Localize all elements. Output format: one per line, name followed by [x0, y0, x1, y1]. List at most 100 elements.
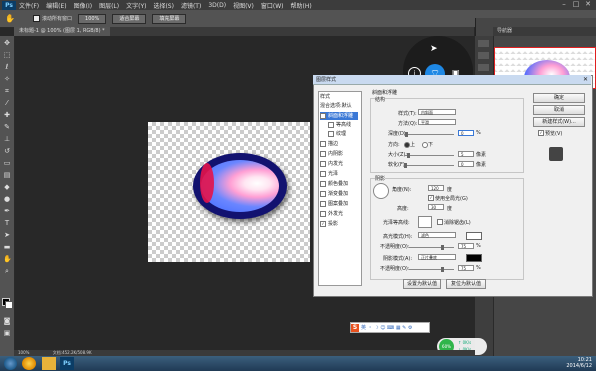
gloss-contour-picker[interactable]	[418, 216, 432, 228]
zoom-100-button[interactable]: 100%	[78, 13, 107, 24]
zoom-level[interactable]: 100%	[18, 350, 29, 355]
brush-tool-icon[interactable]: ✎	[3, 124, 11, 131]
doc-info[interactable]: 文档:452.2K/508.9K	[53, 350, 92, 355]
bevel-checkbox[interactable]: ✓	[320, 113, 326, 119]
photoshop-taskbar-icon[interactable]: Ps	[60, 357, 74, 370]
background-color[interactable]	[5, 301, 13, 309]
style-item-color-overlay[interactable]: 颜色叠加	[320, 180, 348, 188]
style-item-texture[interactable]: 纹理	[328, 130, 346, 138]
menu-image[interactable]: 图像(I)	[74, 1, 92, 10]
lasso-tool-icon[interactable]: ℓ	[3, 64, 11, 71]
shadow-opacity-slider[interactable]	[409, 269, 454, 270]
highlight-color-swatch[interactable]	[466, 232, 482, 240]
close-button[interactable]: ✕	[582, 0, 594, 9]
menu-file[interactable]: 文件(F)	[19, 1, 39, 10]
style-item-bevel[interactable]: ✓ 斜面和浮雕	[320, 112, 358, 120]
marquee-tool-icon[interactable]: ⬚	[3, 52, 11, 59]
shadow-color-swatch[interactable]	[466, 254, 482, 262]
eraser-tool-icon[interactable]: ▭	[3, 160, 11, 167]
gradient-tool-icon[interactable]: ▤	[3, 172, 11, 179]
make-default-button[interactable]: 设置为默认值	[403, 279, 441, 289]
menu-select[interactable]: 选择(S)	[153, 1, 174, 10]
soften-slider[interactable]	[404, 165, 454, 166]
new-style-button[interactable]: 新建样式(W)...	[533, 117, 585, 127]
highlight-opacity-input[interactable]: 75	[458, 243, 474, 249]
fit-screen-button[interactable]: 适合屏幕	[112, 13, 147, 24]
highlight-opacity-knob[interactable]	[441, 245, 444, 250]
depth-slider[interactable]	[404, 134, 454, 135]
global-light-checkbox[interactable]: ✓	[428, 195, 434, 201]
blur-tool-icon[interactable]: ◆	[3, 184, 11, 191]
shadow-opacity-input[interactable]: 75	[458, 265, 474, 271]
style-item-gradient-overlay[interactable]: 渐变叠加	[320, 190, 348, 198]
size-slider[interactable]	[404, 155, 454, 156]
style-item-inner-shadow[interactable]: 内阴影	[320, 150, 343, 158]
size-knob[interactable]	[407, 153, 410, 158]
magic-wand-icon[interactable]: ✧	[3, 76, 11, 83]
style-item-outer-glow[interactable]: 外发光	[320, 210, 343, 218]
menu-view[interactable]: 视图(V)	[233, 1, 254, 10]
path-select-icon[interactable]: ➤	[3, 232, 11, 239]
altitude-input[interactable]: 30	[428, 204, 444, 210]
shape-tool-icon[interactable]: ▬	[3, 244, 11, 251]
history-brush-icon[interactable]: ↺	[3, 148, 11, 155]
hand-icon[interactable]: ✋	[5, 14, 17, 23]
style-select[interactable]: 内斜面	[418, 109, 456, 115]
preview-checkbox[interactable]: ✓	[538, 130, 544, 136]
system-clock[interactable]: 10:21 2014/6/12	[566, 357, 592, 369]
anti-alias-checkbox[interactable]	[437, 219, 443, 225]
folder-icon[interactable]	[42, 357, 56, 370]
styles-header[interactable]: 样式	[320, 93, 330, 101]
reset-default-button[interactable]: 复位为默认值	[446, 279, 486, 289]
quick-mask-icon[interactable]: ◙	[3, 318, 11, 325]
size-input[interactable]: 5	[458, 151, 474, 157]
eyedropper-icon[interactable]: ⁄	[3, 100, 11, 107]
screen-mode-icon[interactable]: ▣	[3, 330, 11, 337]
start-button[interactable]	[4, 357, 17, 370]
maximize-button[interactable]: □	[570, 0, 582, 9]
ime-tools[interactable]: 英 ・ ☽ ☺ ⌨ ▦ ✎ ⚙	[359, 324, 429, 331]
menu-edit[interactable]: 编辑(E)	[46, 1, 66, 10]
style-item-pattern-overlay[interactable]: 图案叠加	[320, 200, 348, 208]
style-item-stroke[interactable]: 描边	[320, 140, 338, 148]
depth-input[interactable]: 0	[458, 130, 474, 136]
stamp-tool-icon[interactable]: ⊥	[3, 136, 11, 143]
pen-tool-icon[interactable]: ✒	[3, 208, 11, 215]
scroll-all-checkbox[interactable]	[33, 15, 40, 22]
type-tool-icon[interactable]: T	[3, 220, 11, 227]
blend-options-item[interactable]: 混合选项:默认	[320, 102, 352, 110]
menu-type[interactable]: 文字(Y)	[126, 1, 146, 10]
soften-knob[interactable]	[404, 163, 407, 168]
cancel-button[interactable]: 取消	[533, 105, 585, 115]
dodge-tool-icon[interactable]: ●	[3, 196, 11, 203]
style-item-drop-shadow[interactable]: ✓ 投影	[320, 220, 338, 228]
hand-tool-icon[interactable]: ✋	[3, 256, 12, 263]
style-item-inner-glow[interactable]: 内发光	[320, 160, 343, 168]
zoom-tool-icon[interactable]: ⌕	[3, 268, 11, 275]
menu-window[interactable]: 窗口(W)	[261, 1, 284, 10]
angle-input[interactable]: 120	[428, 185, 444, 191]
menu-3d[interactable]: 3D(D)	[208, 2, 226, 9]
menu-layer[interactable]: 图层(L)	[99, 1, 119, 10]
browser-icon[interactable]	[22, 357, 36, 370]
soften-input[interactable]: 0	[458, 161, 474, 167]
style-item-contour[interactable]: 等高线	[328, 121, 351, 129]
shadow-opacity-knob[interactable]	[441, 267, 444, 272]
style-item-satin[interactable]: 光泽	[320, 170, 338, 178]
document-tab[interactable]: 未标题-1 @ 100% (图层 1, RGB/8) *	[14, 27, 110, 36]
move-tool-icon[interactable]: ✥	[3, 40, 11, 47]
ok-button[interactable]: 确定	[533, 93, 585, 103]
actions-panel-icon[interactable]	[478, 52, 489, 59]
crop-tool-icon[interactable]: ⌗	[3, 88, 11, 95]
ime-toolbar[interactable]: S 英 ・ ☽ ☺ ⌨ ▦ ✎ ⚙	[350, 322, 430, 333]
navigator-tab[interactable]: 导航器	[493, 27, 596, 36]
highlight-opacity-slider[interactable]	[409, 247, 454, 248]
angle-dial[interactable]	[373, 183, 389, 199]
dialog-close-icon[interactable]: ✕	[583, 76, 588, 83]
minimize-button[interactable]: –	[558, 0, 570, 9]
shadow-mode-select[interactable]: 正片叠底	[418, 254, 456, 260]
send-icon[interactable]: ➤	[430, 44, 438, 54]
swatches-panel-icon[interactable]	[478, 64, 489, 71]
menu-help[interactable]: 帮助(H)	[291, 1, 312, 10]
depth-knob[interactable]	[405, 132, 408, 137]
